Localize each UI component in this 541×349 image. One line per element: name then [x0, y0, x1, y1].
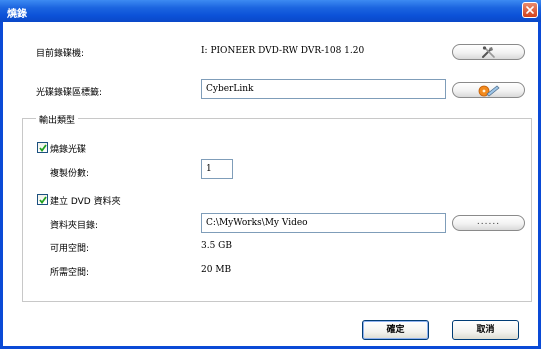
burn-disc-checkbox[interactable]	[37, 142, 48, 153]
checkmark-icon	[39, 144, 47, 152]
burn-disc-label: 燒錄光碟	[50, 145, 87, 155]
required-space-label: 所需空間:	[50, 268, 90, 278]
recorder-settings-button[interactable]	[452, 44, 525, 60]
create-dvd-folder-checkbox[interactable]	[37, 194, 48, 205]
disc-label-label: 光碟錄碟區標籤:	[36, 88, 103, 98]
close-button[interactable]	[522, 2, 538, 18]
output-type-group	[22, 118, 532, 302]
disc-pen-icon	[478, 85, 500, 97]
dialog-body: 目前錄碟機: I: PIONEER DVD-RW DVR-108 1.20 光碟…	[3, 22, 538, 346]
available-space-label: 可用空間:	[50, 244, 90, 254]
copies-label: 複製份數:	[50, 169, 90, 179]
folder-dir-input[interactable]: C:\MyWorks\My Video	[201, 213, 446, 233]
folder-dir-label: 資料夾目錄:	[50, 221, 99, 231]
output-type-label: 輸出類型	[36, 113, 79, 126]
checkmark-icon	[39, 196, 47, 204]
close-icon	[526, 6, 534, 14]
recorder-value: I: PIONEER DVD-RW DVR-108 1.20	[201, 46, 365, 56]
required-space-value: 20 MB	[201, 265, 232, 275]
create-dvd-folder-label: 建立 DVD 資料夾	[50, 197, 121, 207]
browse-folder-button[interactable]: ......	[452, 215, 525, 231]
disc-label-input[interactable]: CyberLink	[201, 79, 446, 99]
title-bar: 燒錄	[0, 0, 541, 22]
ok-button[interactable]: 確定	[362, 320, 429, 340]
copies-input[interactable]: 1	[201, 159, 233, 179]
cancel-button[interactable]: 取消	[452, 320, 519, 340]
edit-disc-label-button[interactable]	[452, 82, 525, 98]
tools-icon	[482, 46, 495, 58]
available-space-value: 3.5 GB	[201, 241, 232, 251]
recorder-label: 目前錄碟機:	[36, 49, 85, 59]
burn-dialog: 燒錄 目前錄碟機: I: PIONEER DVD-RW DVR-108 1.20…	[0, 0, 541, 349]
window-title: 燒錄	[7, 9, 27, 20]
